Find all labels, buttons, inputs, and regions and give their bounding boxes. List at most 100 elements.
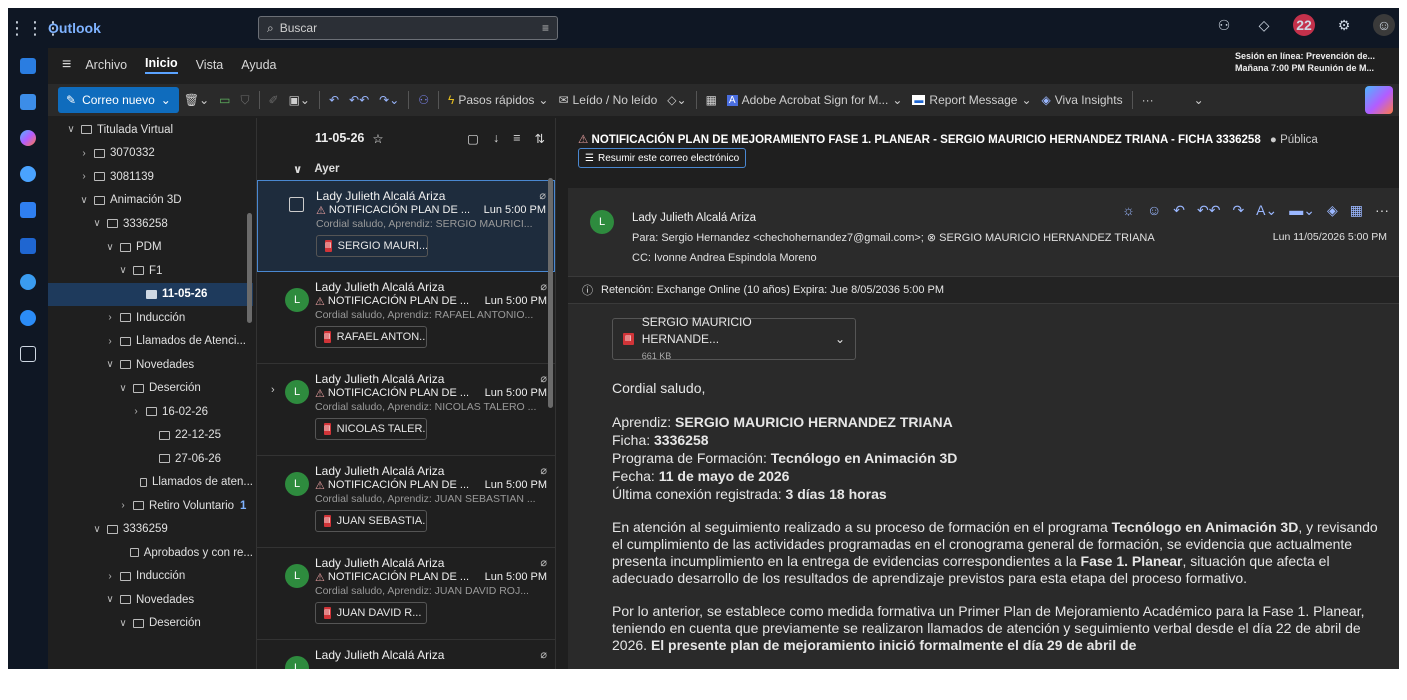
teams-share-icon[interactable]: ⚇ xyxy=(413,93,434,107)
summarize-button[interactable]: ☰ Resumir este correo electrónico xyxy=(578,148,747,168)
chevron-icon[interactable]: ∨ xyxy=(64,124,78,135)
select-checkbox[interactable] xyxy=(289,197,304,212)
brightness-icon[interactable]: ☼ xyxy=(1122,202,1135,219)
folder-item[interactable]: ∨ Novedades xyxy=(48,588,253,612)
report-icon[interactable]: ⛉ xyxy=(235,93,254,108)
teams-icon[interactable]: ⚇ xyxy=(1213,14,1235,36)
chevron-icon[interactable]: ∨ xyxy=(90,218,104,229)
folder-item[interactable]: 11-05-26 xyxy=(48,282,253,306)
sender-avatar[interactable]: L xyxy=(285,656,309,669)
filter-icon[interactable]: ≡ xyxy=(513,131,520,146)
delete-icon[interactable]: 🗑⌄ xyxy=(179,93,214,107)
message-item[interactable]: L Lady Julieth Alcalá Ariza ⌀ xyxy=(257,640,555,669)
move-icon[interactable]: ▣⌄ xyxy=(284,93,315,107)
folder-item[interactable]: › Inducción xyxy=(48,306,253,330)
folder-item[interactable]: Aprobados y con re... xyxy=(48,541,253,565)
sort-icon[interactable]: ⇅ xyxy=(535,131,545,146)
people-app-icon[interactable] xyxy=(8,156,48,192)
tag-icon[interactable]: ◇⌄ xyxy=(662,93,691,107)
group-header[interactable]: ∨ Ayer xyxy=(257,158,555,180)
quick-steps-button[interactable]: ϟ Pasos rápidos ⌄ xyxy=(443,93,553,107)
attachment-chip[interactable]: ▤ JUAN DAVID R... xyxy=(315,602,427,624)
message-item[interactable]: L › Lady Julieth Alcalá Ariza ⌀ ⚠ NOTIFICACIÓ… xyxy=(257,364,555,456)
chevron-icon[interactable]: › xyxy=(129,406,143,417)
folder-item[interactable]: 27-06-26 xyxy=(48,447,253,471)
attachment-chip[interactable]: ▤ NICOLAS TALER... xyxy=(315,418,427,440)
read-unread-button[interactable]: ✉ Leído / No leído xyxy=(553,93,662,107)
folder-item[interactable]: ∨ F1 xyxy=(48,259,253,283)
hamburger-menu-icon[interactable]: ≡ xyxy=(62,56,71,74)
sender-avatar[interactable]: L xyxy=(285,564,309,588)
folder-item[interactable]: ∨ 3336258 xyxy=(48,212,253,236)
report-icon[interactable]: ▬⌄ xyxy=(1289,202,1315,219)
viva-insights-button[interactable]: ◈ Viva Insights xyxy=(1037,93,1128,107)
feedback-icon[interactable]: ◇ xyxy=(1253,14,1275,36)
sender-avatar[interactable]: L xyxy=(285,288,309,312)
tab-archivo[interactable]: Archivo xyxy=(85,58,127,72)
app-name[interactable]: Outlook xyxy=(48,20,248,36)
chevron-icon[interactable]: ∨ xyxy=(103,359,117,370)
adobe-icon[interactable]: A⌄ xyxy=(1256,202,1277,219)
reply-icon[interactable]: ↶ xyxy=(324,93,344,107)
list-scrollbar[interactable] xyxy=(548,178,553,408)
chevron-icon[interactable]: ∨ xyxy=(116,265,130,276)
sender-avatar[interactable]: L xyxy=(285,380,309,404)
settings-gear-icon[interactable]: ⚙ xyxy=(1333,14,1355,36)
chevron-icon[interactable]: ∨ xyxy=(103,242,117,253)
attachment-chip[interactable]: ▤ JUAN SEBASTIA... xyxy=(315,510,427,532)
chevron-icon[interactable]: › xyxy=(103,312,117,323)
recipients-to[interactable]: Para: Sergio Hernandez <chechohernandez7… xyxy=(632,231,1155,244)
more-icon[interactable]: ··· xyxy=(1375,202,1389,219)
mail-app-icon[interactable] xyxy=(8,48,48,84)
folder-item[interactable]: › 16-02-26 xyxy=(48,400,253,424)
emoji-icon[interactable]: ☺ xyxy=(1147,202,1161,219)
reply-icon[interactable]: ↶ xyxy=(1173,202,1185,219)
chevron-icon[interactable]: ∨ xyxy=(77,195,91,206)
word-app-icon[interactable] xyxy=(8,228,48,264)
archive-icon[interactable]: ▭ xyxy=(214,93,235,107)
folder-item[interactable]: ∨ 3336259 xyxy=(48,518,253,542)
notifications-icon[interactable]: 22 xyxy=(1293,14,1315,36)
chevron-icon[interactable]: ∨ xyxy=(116,618,130,629)
folder-item[interactable]: › Inducción xyxy=(48,565,253,589)
chevron-icon[interactable]: ∨ xyxy=(90,524,104,535)
message-item[interactable]: Lady Julieth Alcalá Ariza ⌀ ⚠ NOTIFICACIÓN … xyxy=(257,180,555,272)
ribbon-expand-icon[interactable]: ⌄ xyxy=(1189,93,1209,107)
upcoming-event-notice[interactable]: Sesión en línea: Prevención de... Mañana… xyxy=(1235,50,1395,74)
copilot-icon[interactable] xyxy=(1365,86,1393,114)
reply-all-icon[interactable]: ↶↶ xyxy=(344,93,374,107)
chevron-icon[interactable]: › xyxy=(103,336,117,347)
chevron-icon[interactable]: › xyxy=(103,571,117,582)
message-item[interactable]: L Lady Julieth Alcalá Ariza ⌀ ⚠ NOTIFICACIÓN… xyxy=(257,548,555,640)
folder-item[interactable]: 22-12-25 xyxy=(48,424,253,448)
attachment-chip[interactable]: ▤ SERGIO MAURI... xyxy=(316,235,428,257)
more-options-button[interactable]: ··· xyxy=(1137,93,1159,107)
sender-avatar[interactable]: L xyxy=(590,210,614,234)
attachment-chip[interactable]: ▤ RAFAEL ANTON... xyxy=(315,326,427,348)
more-apps-icon[interactable] xyxy=(8,336,48,372)
app-launcher-icon[interactable]: ⋮⋮⋮ xyxy=(8,18,62,39)
sender-name[interactable]: Lady Julieth Alcalá Ariza xyxy=(632,212,756,224)
chevron-down-icon[interactable]: ⌄ xyxy=(835,331,845,348)
folder-scrollbar[interactable] xyxy=(247,213,252,323)
chevron-icon[interactable]: › xyxy=(116,500,130,511)
folder-item[interactable]: ∨ Titulada Virtual xyxy=(48,118,253,142)
folder-item[interactable]: › Retiro Voluntario 1 xyxy=(48,494,253,518)
folder-item[interactable]: ∨ Deserción xyxy=(48,612,253,636)
viva-icon[interactable]: ◈ xyxy=(1327,202,1338,219)
folder-item[interactable]: Llamados de aten... xyxy=(48,471,253,495)
adobe-sign-button[interactable]: A Adobe Acrobat Sign for M... ⌄ xyxy=(722,93,907,107)
folder-item[interactable]: ∨ PDM xyxy=(48,236,253,260)
tab-ayuda[interactable]: Ayuda xyxy=(241,58,276,72)
chevron-down-icon[interactable]: ⌄ xyxy=(161,93,171,107)
forward-icon[interactable]: ↷ xyxy=(1232,202,1244,219)
tab-inicio[interactable]: Inicio xyxy=(145,56,178,74)
folder-item[interactable]: › 3081139 xyxy=(48,165,253,189)
calendar-app-icon[interactable] xyxy=(8,84,48,120)
chevron-icon[interactable]: ∨ xyxy=(103,594,117,605)
sweep-icon[interactable]: ✐ xyxy=(264,93,284,107)
search-input[interactable]: Buscar xyxy=(280,21,317,35)
chevron-icon[interactable]: ∨ xyxy=(116,383,130,394)
report-message-button[interactable]: ▬ Report Message ⌄ xyxy=(907,93,1036,107)
forward-icon[interactable]: ↷⌄ xyxy=(374,93,404,107)
